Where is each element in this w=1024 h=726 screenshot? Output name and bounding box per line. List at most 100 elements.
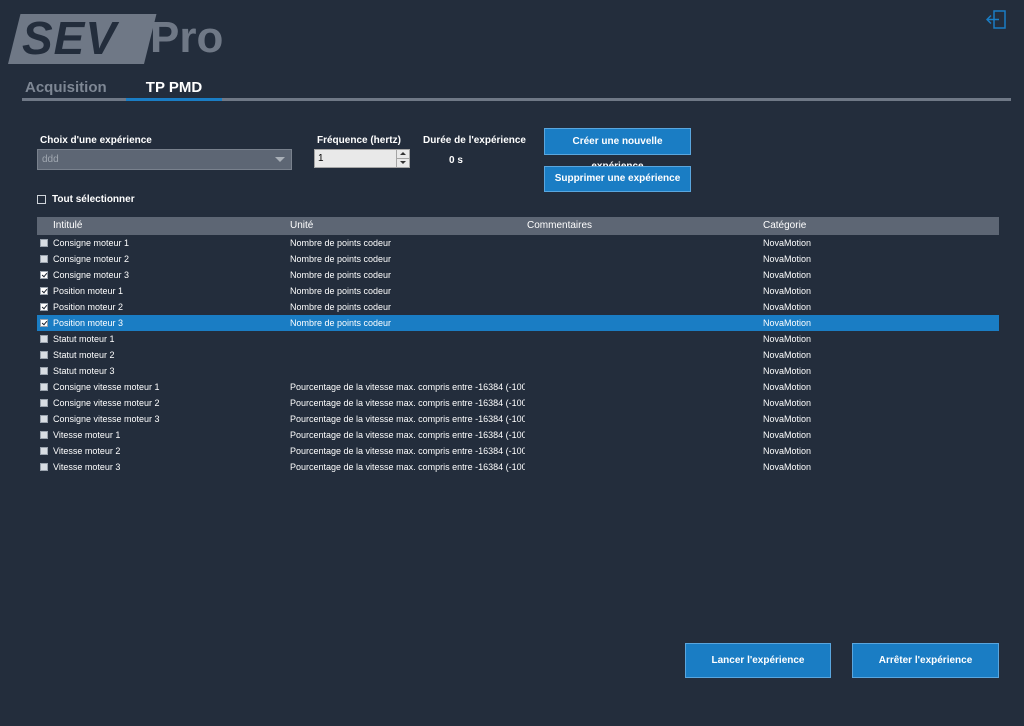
table-row[interactable]: Position moteur 2 Nombre de points codeur… bbox=[37, 299, 999, 315]
tab-bar: Acquisition TP PMD bbox=[22, 78, 1011, 102]
duration-value: 0 s bbox=[449, 155, 463, 166]
row-title: Consigne moteur 1 bbox=[53, 238, 130, 248]
table-row[interactable]: Consigne moteur 3 Nombre de points codeur… bbox=[37, 267, 999, 283]
row-title: Position moteur 1 bbox=[53, 286, 124, 296]
row-title: Statut moteur 2 bbox=[53, 350, 115, 360]
row-unit: Nombre de points codeur bbox=[290, 238, 392, 248]
row-checkbox[interactable] bbox=[40, 351, 48, 359]
table-body: Consigne moteur 1 Nombre de points codeur… bbox=[37, 235, 999, 475]
table-row[interactable]: Consigne vitesse moteur 1 Pourcentage de … bbox=[37, 379, 999, 395]
row-title: Consigne vitesse moteur 1 bbox=[53, 382, 160, 392]
row-unit: Pourcentage de la vitesse max. compris e… bbox=[290, 382, 525, 392]
row-title: Consigne vitesse moteur 2 bbox=[53, 398, 160, 408]
row-checkbox[interactable] bbox=[40, 303, 48, 311]
row-unit: Nombre de points codeur bbox=[290, 286, 392, 296]
table-row[interactable]: Position moteur 1 Nombre de points codeur… bbox=[37, 283, 999, 299]
row-checkbox[interactable] bbox=[40, 463, 48, 471]
row-checkbox[interactable] bbox=[40, 431, 48, 439]
row-checkbox[interactable] bbox=[40, 383, 48, 391]
create-experiment-button[interactable]: Créer une nouvelle expérience bbox=[544, 128, 691, 172]
table-header: Intitulé Unité Commentaires Catégorie bbox=[37, 217, 999, 235]
duration-label: Durée de l'expérience bbox=[423, 135, 526, 146]
app-logo: SEV Pro bbox=[8, 10, 238, 65]
row-title: Consigne moteur 2 bbox=[53, 254, 130, 264]
row-category: NovaMotion bbox=[763, 318, 812, 328]
checkbox-icon bbox=[37, 195, 46, 204]
table-row[interactable]: Consigne vitesse moteur 3 Pourcentage de … bbox=[37, 411, 999, 427]
row-category: NovaMotion bbox=[763, 302, 812, 312]
select-all-label: Tout sélectionner bbox=[52, 194, 135, 205]
table-row[interactable]: Vitesse moteur 1 Pourcentage de la vitess… bbox=[37, 427, 999, 443]
frequency-label: Fréquence (hertz) bbox=[317, 135, 401, 146]
active-tab-indicator bbox=[126, 98, 222, 101]
row-checkbox[interactable] bbox=[40, 239, 48, 247]
row-category: NovaMotion bbox=[763, 398, 812, 408]
row-category: NovaMotion bbox=[763, 446, 812, 456]
launch-experiment-button[interactable]: Lancer l'expérience bbox=[685, 643, 831, 678]
row-title: Consigne vitesse moteur 3 bbox=[53, 414, 160, 424]
row-checkbox[interactable] bbox=[40, 319, 48, 327]
row-checkbox[interactable] bbox=[40, 287, 48, 295]
row-unit: Pourcentage de la vitesse max. compris e… bbox=[290, 398, 525, 408]
table-row[interactable]: Vitesse moteur 2 Pourcentage de la vitess… bbox=[37, 443, 999, 459]
row-checkbox[interactable] bbox=[40, 447, 48, 455]
signals-table: Intitulé Unité Commentaires Catégorie Co… bbox=[37, 217, 999, 475]
row-unit: Nombre de points codeur bbox=[290, 270, 392, 280]
row-title: Vitesse moteur 3 bbox=[53, 462, 121, 472]
row-checkbox[interactable] bbox=[40, 399, 48, 407]
tab-tp-pmd-label: TP PMD bbox=[145, 79, 203, 96]
table-row[interactable]: Statut moteur 1 NovaMotion bbox=[37, 331, 999, 347]
row-category: NovaMotion bbox=[763, 270, 812, 280]
experiment-select-value: ddd bbox=[42, 154, 59, 165]
column-header-title[interactable]: Intitulé bbox=[53, 217, 283, 235]
stepper-down-button[interactable] bbox=[397, 159, 409, 167]
row-title: Statut moteur 3 bbox=[53, 366, 115, 376]
arrow-down-icon bbox=[400, 161, 406, 164]
column-header-unit[interactable]: Unité bbox=[290, 217, 525, 235]
row-category: NovaMotion bbox=[763, 366, 812, 376]
row-checkbox[interactable] bbox=[40, 367, 48, 375]
row-category: NovaMotion bbox=[763, 334, 812, 344]
exit-icon[interactable] bbox=[985, 9, 1008, 31]
stop-experiment-button[interactable]: Arrêter l'expérience bbox=[852, 643, 999, 678]
table-row[interactable]: Vitesse moteur 3 Pourcentage de la vitess… bbox=[37, 459, 999, 475]
row-checkbox[interactable] bbox=[40, 271, 48, 279]
row-category: NovaMotion bbox=[763, 254, 812, 264]
row-category: NovaMotion bbox=[763, 430, 812, 440]
row-checkbox[interactable] bbox=[40, 335, 48, 343]
experiment-choice-label: Choix d'une expérience bbox=[40, 135, 152, 146]
row-title: Vitesse moteur 1 bbox=[53, 430, 121, 440]
table-row[interactable]: Statut moteur 3 NovaMotion bbox=[37, 363, 999, 379]
row-checkbox[interactable] bbox=[40, 415, 48, 423]
row-category: NovaMotion bbox=[763, 414, 812, 424]
row-unit: Pourcentage de la vitesse max. compris e… bbox=[290, 414, 525, 424]
row-category: NovaMotion bbox=[763, 238, 812, 248]
frequency-input[interactable] bbox=[315, 150, 398, 167]
table-row[interactable]: Position moteur 3 Nombre de points codeur… bbox=[37, 315, 999, 331]
row-category: NovaMotion bbox=[763, 350, 812, 360]
row-checkbox[interactable] bbox=[40, 255, 48, 263]
chevron-down-icon bbox=[275, 157, 285, 162]
table-row[interactable]: Consigne moteur 2 Nombre de points codeur… bbox=[37, 251, 999, 267]
row-category: NovaMotion bbox=[763, 286, 812, 296]
column-header-comments[interactable]: Commentaires bbox=[527, 217, 757, 235]
row-unit: Pourcentage de la vitesse max. compris e… bbox=[290, 430, 525, 440]
tab-acquisition[interactable]: Acquisition bbox=[25, 78, 107, 98]
row-unit: Nombre de points codeur bbox=[290, 302, 392, 312]
row-title: Consigne moteur 3 bbox=[53, 270, 130, 280]
row-unit: Nombre de points codeur bbox=[290, 318, 392, 328]
logo-sev-text: SEV bbox=[22, 12, 118, 64]
experiment-select[interactable]: ddd bbox=[37, 149, 292, 170]
table-row[interactable]: Statut moteur 2 NovaMotion bbox=[37, 347, 999, 363]
table-row[interactable]: Consigne vitesse moteur 2 Pourcentage de … bbox=[37, 395, 999, 411]
table-row[interactable]: Consigne moteur 1 Nombre de points codeur… bbox=[37, 235, 999, 251]
stepper-up-button[interactable] bbox=[397, 150, 409, 159]
arrow-up-icon bbox=[400, 152, 406, 155]
logo-pro-text: Pro bbox=[150, 13, 224, 62]
row-unit: Nombre de points codeur bbox=[290, 254, 392, 264]
row-title: Vitesse moteur 2 bbox=[53, 446, 121, 456]
tab-tp-pmd[interactable]: TP PMD bbox=[126, 78, 222, 101]
frequency-stepper[interactable] bbox=[314, 149, 410, 168]
column-header-category[interactable]: Catégorie bbox=[763, 217, 993, 235]
delete-experiment-button[interactable]: Supprimer une expérience bbox=[544, 166, 691, 192]
